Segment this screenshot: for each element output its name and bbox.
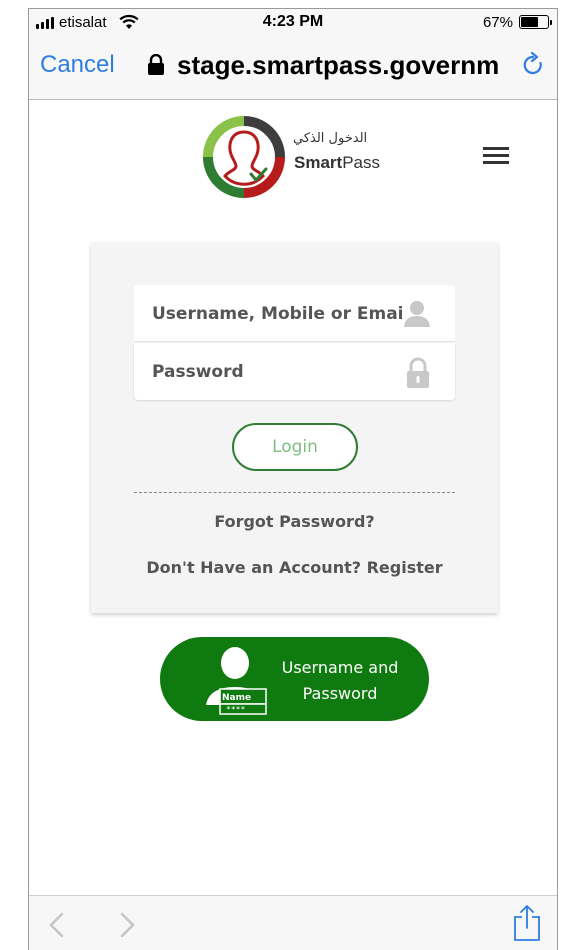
lock-icon	[148, 54, 164, 75]
password-input[interactable]	[152, 343, 402, 400]
share-icon[interactable]	[513, 904, 541, 942]
logo-arabic-text: الدخول الذكي	[293, 131, 368, 146]
card-mask-label: ****	[226, 705, 245, 714]
user-icon	[404, 301, 430, 327]
status-time: 4:23 PM	[262, 13, 324, 30]
username-input[interactable]	[152, 285, 402, 342]
login-button[interactable]: Login	[232, 423, 358, 471]
forward-arrow-icon[interactable]	[117, 912, 137, 938]
login-card: Login Forgot Password? Don't Have an Acc…	[91, 242, 498, 613]
card-name-label: Name	[222, 693, 251, 703]
back-arrow-icon[interactable]	[47, 912, 67, 938]
logo-pass-text: Pass	[342, 153, 380, 172]
site-header: الدخول الذكي SmartPass	[29, 101, 557, 211]
battery-fill	[521, 17, 538, 27]
hamburger-menu-icon[interactable]	[483, 147, 509, 167]
username-field	[134, 285, 455, 342]
password-field	[134, 343, 455, 400]
logo-english-text: SmartPass	[294, 153, 380, 173]
smartpass-logo[interactable]	[201, 114, 287, 200]
register-link[interactable]: Don't Have an Account? Register	[91, 558, 498, 577]
pill-line-2: Password	[302, 684, 378, 703]
cancel-button[interactable]: Cancel	[40, 51, 115, 79]
username-password-login-button[interactable]: Name **** Username and Password	[160, 637, 429, 721]
browser-bar: Cancel stage.smartpass.governme	[29, 37, 557, 100]
status-bar: etisalat 4:23 PM 67%	[29, 9, 557, 37]
forgot-password-link[interactable]: Forgot Password?	[91, 512, 498, 531]
logo-smart-text: Smart	[294, 153, 343, 172]
battery-percent: 67%	[482, 14, 513, 31]
pill-line-1: Username and	[281, 658, 399, 677]
url-address[interactable]: stage.smartpass.governme	[177, 50, 499, 81]
phone-screen: etisalat 4:23 PM 67% Cancel stage.smartp…	[28, 8, 558, 950]
battery-icon	[519, 15, 552, 29]
id-card-user-icon: Name ****	[206, 647, 267, 715]
padlock-icon	[407, 357, 429, 388]
browser-toolbar	[29, 895, 557, 950]
username-password-label: Username and Password	[270, 655, 410, 707]
dashed-divider	[134, 492, 455, 493]
reload-icon[interactable]	[521, 52, 545, 78]
